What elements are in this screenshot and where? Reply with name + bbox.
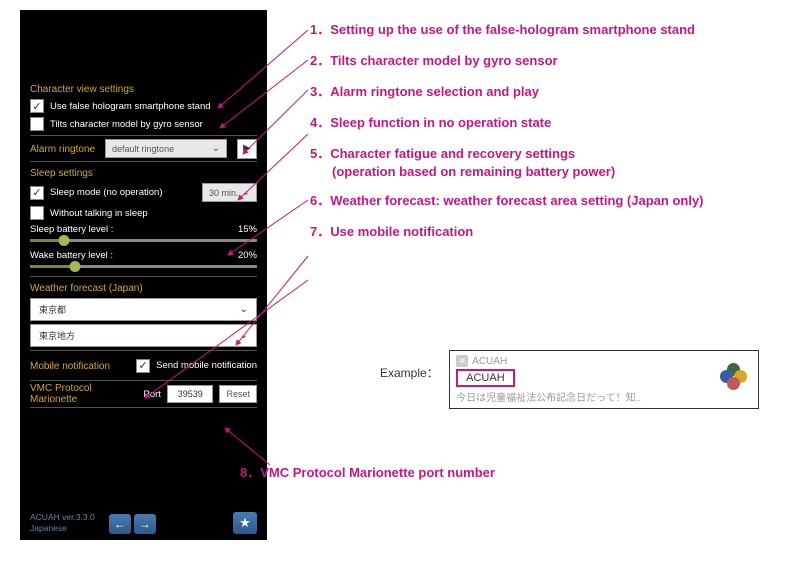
alarm-ringtone-select[interactable]: default ringtone ⌄	[105, 139, 227, 158]
alarm-heading: Alarm ringtone	[30, 144, 95, 155]
mobile-heading: Mobile notification	[30, 361, 110, 372]
example-block: Example： ✕ ACUAH ACUAH 今日は児童福祉法公布記念日だって！…	[380, 350, 770, 409]
gyro-label: Tilts character model by gyro sensor	[50, 119, 203, 130]
version-text: ACUAH ver.3.3.0 Japanese	[30, 512, 95, 534]
settings-panel: Character view settings Use false hologr…	[20, 10, 267, 540]
gyro-row[interactable]: Tilts character model by gyro sensor	[30, 117, 257, 131]
weather-pref-value: 東京都	[39, 303, 66, 316]
vmc-port-label: Port	[143, 389, 160, 400]
wake-battery-value: 20%	[238, 250, 257, 261]
chevron-down-icon: ⌄	[212, 143, 220, 154]
alarm-ringtone-value: default ringtone	[112, 144, 174, 154]
annotation-5b: (operation based on remaining battery po…	[332, 164, 780, 179]
annotation-5: 5．Character fatigue and recovery setting…	[310, 146, 780, 163]
close-icon: ✕	[456, 355, 468, 367]
false-hologram-row[interactable]: Use false hologram smartphone stand	[30, 99, 257, 113]
notif-body: 今日は児童福祉法公布記念日だって！知..	[456, 389, 752, 404]
sleep-battery-slider[interactable]	[30, 239, 257, 242]
nav-back-button[interactable]: ←	[109, 514, 131, 534]
annotation-6: 6．Weather forecast: weather forecast are…	[310, 193, 780, 210]
mobile-notif-label: Send mobile notification	[156, 360, 257, 371]
chevron-down-icon: ⌄	[242, 187, 250, 198]
without-talking-label: Without talking in sleep	[50, 208, 148, 219]
annotation-7: 7．Use mobile notification	[310, 224, 780, 241]
annotation-3: 3．Alarm ringtone selection and play	[310, 84, 780, 101]
false-hologram-label: Use false hologram smartphone stand	[50, 101, 211, 112]
nav-forward-button[interactable]: →	[134, 514, 156, 534]
gyro-checkbox[interactable]	[30, 117, 44, 131]
sleep-time-value: 30 min.	[209, 188, 239, 198]
vmc-port-input[interactable]: 39539	[167, 385, 214, 403]
sleep-time-select[interactable]: 30 min. ⌄	[202, 183, 257, 202]
notif-app-name: ACUAH	[472, 356, 507, 367]
charview-heading: Character view settings	[30, 84, 257, 95]
mobile-notif-checkbox[interactable]	[136, 359, 150, 373]
annotation-1: 1．Setting up the use of the false-hologr…	[310, 22, 780, 39]
weather-area-select[interactable]: 東京地方 ⌄	[30, 324, 257, 347]
sleep-heading: Sleep settings	[30, 168, 257, 179]
sleep-battery-label: Sleep battery level :	[30, 224, 113, 235]
chevron-down-icon: ⌄	[240, 330, 248, 341]
weather-heading: Weather forecast (Japan)	[30, 283, 257, 294]
vmc-reset-button[interactable]: Reset	[219, 385, 257, 403]
sleep-mode-label: Sleep mode (no operation)	[50, 187, 163, 198]
wake-battery-label: Wake battery level :	[30, 250, 113, 261]
annotation-8: 8．VMC Protocol Marionette port number	[240, 465, 495, 482]
sleep-battery-value: 15%	[238, 224, 257, 235]
sleep-mode-checkbox[interactable]	[30, 186, 44, 200]
annotations-column: 1．Setting up the use of the false-hologr…	[310, 22, 780, 255]
weather-area-value: 東京地方	[39, 329, 75, 342]
puzzle-icon	[720, 363, 748, 391]
annotation-4: 4．Sleep function in no operation state	[310, 115, 780, 132]
notif-title: ACUAH	[456, 369, 515, 387]
false-hologram-checkbox[interactable]	[30, 99, 44, 113]
wake-battery-slider[interactable]	[30, 265, 257, 268]
example-label: Example：	[380, 364, 439, 381]
alarm-play-button[interactable]: ▶	[237, 139, 257, 159]
vmc-heading: VMC Protocol Marionette	[30, 383, 137, 405]
without-talking-checkbox[interactable]	[30, 206, 44, 220]
notification-example: ✕ ACUAH ACUAH 今日は児童福祉法公布記念日だって！知..	[449, 350, 759, 409]
favorite-button[interactable]: ★	[233, 512, 257, 534]
chevron-down-icon: ⌄	[240, 304, 248, 315]
weather-pref-select[interactable]: 東京都 ⌄	[30, 298, 257, 321]
annotation-2: 2．Tilts character model by gyro sensor	[310, 53, 780, 70]
